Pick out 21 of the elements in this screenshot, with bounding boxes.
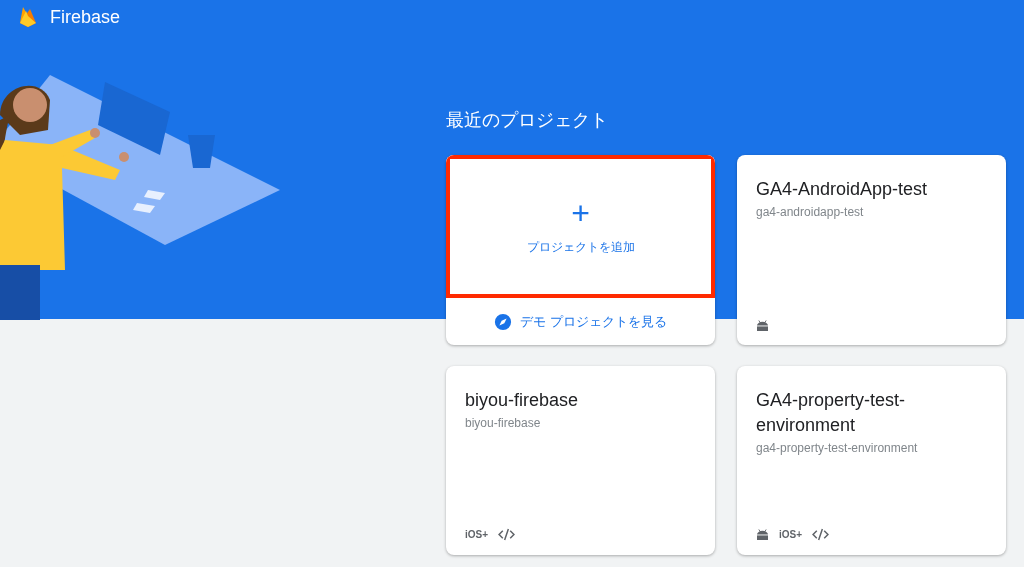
code-icon	[498, 528, 516, 541]
flame-logo-icon	[18, 5, 38, 29]
ios-label: iOS+	[465, 529, 489, 540]
project-id: ga4-property-test-environment	[756, 441, 919, 455]
project-name: GA4-AndroidApp-test	[756, 178, 929, 201]
ios-label: iOS+	[779, 529, 803, 540]
project-id: ga4-androidapp-test	[756, 205, 865, 219]
project-name: biyou-firebase	[465, 389, 580, 412]
project-card[interactable]: GA4-AndroidApp-test ga4-androidapp-test	[737, 155, 1006, 345]
code-icon	[812, 528, 830, 541]
android-icon	[756, 320, 769, 331]
android-icon	[756, 529, 769, 540]
section-title: 最近のプロジェクト	[446, 109, 609, 132]
compass-icon	[494, 312, 513, 331]
project-card[interactable]: biyou-firebase biyou-firebase iOS+	[446, 366, 715, 555]
project-card[interactable]: GA4-property-test-environment ga4-property-test-environment iOS+	[737, 366, 1006, 555]
product-name: Firebase	[50, 6, 121, 28]
project-name: GA4-property-test-environment	[756, 389, 907, 437]
demo-project-link[interactable]: デモ プロジェクトを見る	[446, 298, 715, 345]
add-project-button[interactable]: + プロジェクトを追加	[446, 155, 715, 298]
project-id: biyou-firebase	[465, 416, 542, 430]
